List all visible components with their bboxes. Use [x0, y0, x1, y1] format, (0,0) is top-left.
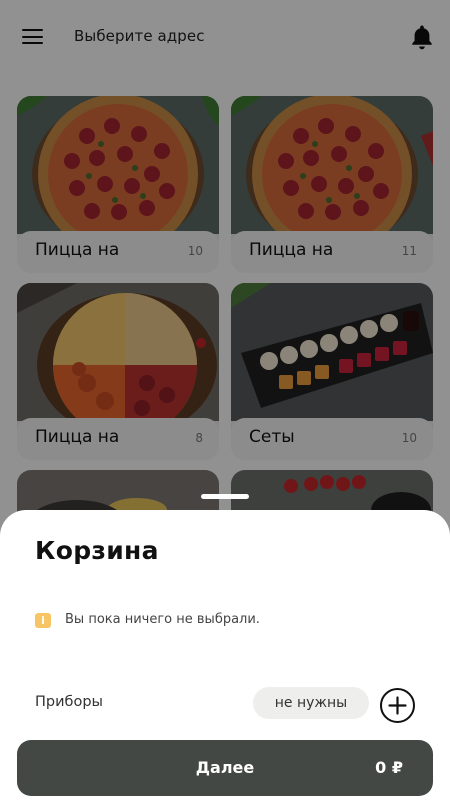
cart-total: 0 ₽: [375, 758, 403, 777]
next-button[interactable]: Далее 0 ₽: [17, 740, 433, 796]
pizza-image: [17, 283, 219, 421]
next-button-label: Далее: [195, 758, 255, 777]
sushi-image: [231, 283, 433, 421]
cutlery-selector[interactable]: не нужны: [253, 687, 369, 719]
cart-empty-message: Вы пока ничего не выбрали.: [65, 612, 260, 627]
category-title: Пицца на: [35, 240, 120, 260]
category-title: Пицца на: [35, 427, 120, 447]
pizza-image: [231, 96, 433, 234]
category-card[interactable]: Пицца на 11: [231, 96, 433, 273]
category-count: 10: [401, 431, 417, 445]
category-card[interactable]: Сеты 10: [231, 283, 433, 460]
category-card[interactable]: Пицца на 10: [17, 96, 219, 273]
cart-title: Корзина: [35, 536, 159, 565]
info-icon: i: [35, 613, 51, 628]
category-title: Пицца на: [249, 240, 334, 260]
add-cutlery-button[interactable]: [380, 688, 415, 723]
cart-sheet: Корзина i Вы пока ничего не выбрали. При…: [0, 510, 450, 800]
category-label: Пицца на 8: [17, 418, 219, 460]
bell-icon[interactable]: [410, 24, 434, 50]
category-label: Пицца на 10: [17, 231, 219, 273]
category-card[interactable]: Пицца на 8: [17, 283, 219, 460]
category-title: Сеты: [249, 427, 295, 447]
category-count: 10: [187, 244, 203, 258]
category-label: Сеты 10: [231, 418, 433, 460]
cutlery-label: Приборы: [35, 694, 103, 710]
sheet-drag-handle[interactable]: [201, 494, 249, 499]
plus-icon: [388, 696, 407, 715]
category-count: 11: [401, 244, 417, 258]
category-count: 8: [195, 431, 203, 445]
category-label: Пицца на 11: [231, 231, 433, 273]
menu-icon[interactable]: [22, 29, 43, 45]
pizza-image: [17, 96, 219, 234]
top-bar: Выберите адрес: [0, 0, 450, 76]
app-screen: Выберите адрес Пицца на 10 Пицца на 11 П…: [0, 0, 450, 800]
address-selector[interactable]: Выберите адрес: [74, 27, 205, 45]
